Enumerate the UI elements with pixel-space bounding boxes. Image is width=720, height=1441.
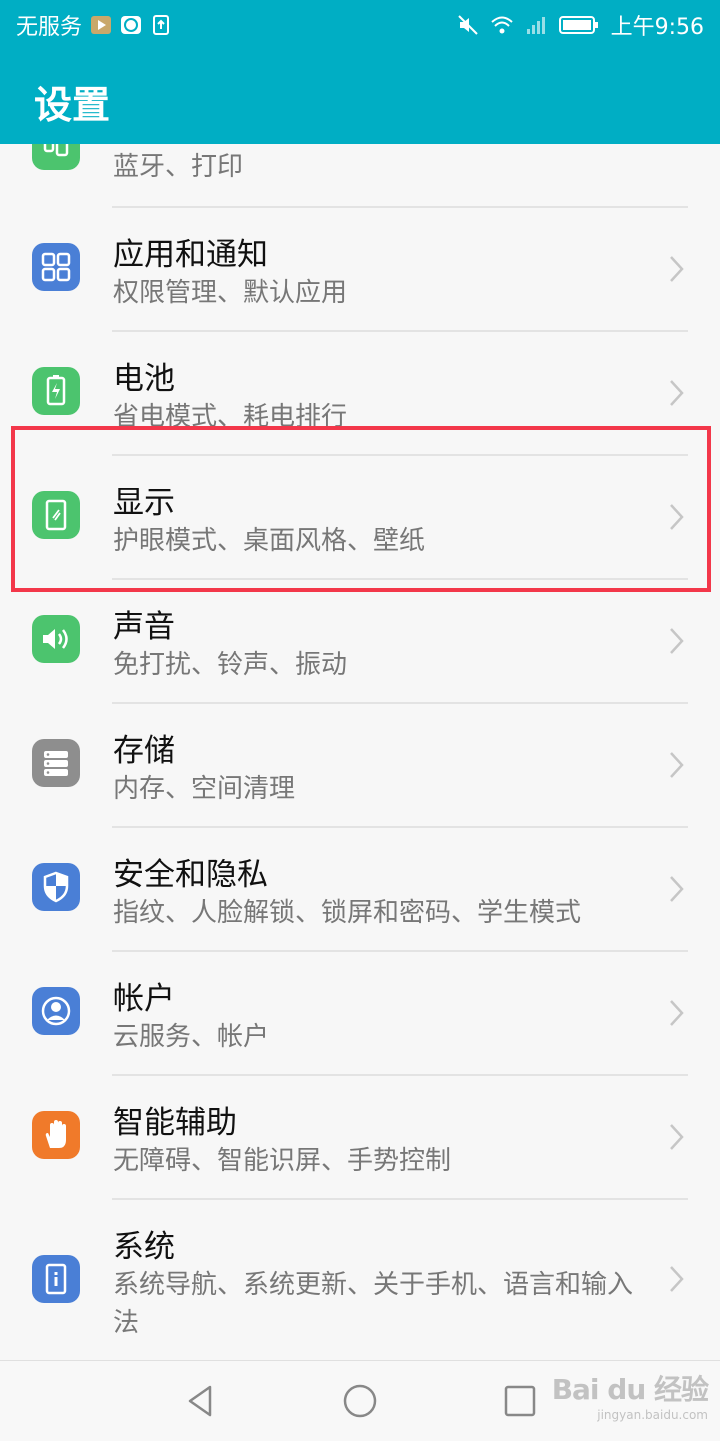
settings-item-account[interactable]: 帐户 云服务、帐户 bbox=[0, 951, 720, 1075]
battery-status-icon bbox=[558, 16, 598, 34]
watermark-logo-text: Bai du 经验 bbox=[551, 1373, 709, 1406]
settings-item-title: 安全和隐私 bbox=[113, 857, 268, 893]
chevron-right-icon bbox=[670, 1000, 684, 1026]
settings-item-subtitle: 指纹、人脸解锁、锁屏和密码、学生模式 bbox=[113, 898, 582, 928]
home-icon[interactable] bbox=[342, 1383, 378, 1419]
settings-item-subtitle: 系统导航、系统更新、关于手机、语言和输入法 bbox=[113, 1270, 634, 1338]
settings-item-device-connection[interactable]: 蓝牙、打印 bbox=[0, 144, 720, 208]
settings-item-subtitle: 省电模式、耗电排行 bbox=[113, 402, 348, 432]
chevron-right-icon bbox=[670, 504, 684, 530]
chevron-right-icon bbox=[670, 1124, 684, 1150]
hand-icon bbox=[32, 1111, 80, 1159]
settings-list: 蓝牙、打印 应用和通知 权限管理、默认应用 电池 省电模式、耗电排行 显示 护眼… bbox=[0, 144, 720, 1360]
settings-item-title: 应用和通知 bbox=[113, 237, 268, 273]
upload-icon bbox=[153, 15, 170, 35]
settings-item-sound[interactable]: 声音 免打扰、铃声、振动 bbox=[0, 579, 720, 703]
page-title: 设置 bbox=[34, 83, 111, 127]
settings-item-title: 显示 bbox=[113, 485, 175, 521]
settings-item-subtitle: 免打扰、铃声、振动 bbox=[113, 650, 348, 680]
chevron-right-icon bbox=[670, 752, 684, 778]
status-bar: 无服务 上午9:56 bbox=[0, 0, 720, 50]
device-connection-icon bbox=[32, 144, 80, 170]
watermark-url: jingyan.baidu.com bbox=[597, 1408, 708, 1422]
settings-item-title: 帐户 bbox=[113, 981, 175, 1017]
settings-item-storage[interactable]: 存储 内存、空间清理 bbox=[0, 703, 720, 827]
settings-item-subtitle: 护眼模式、桌面风格、壁纸 bbox=[113, 526, 426, 556]
settings-item-battery[interactable]: 电池 省电模式、耗电排行 bbox=[0, 331, 720, 455]
signal-icon bbox=[526, 17, 545, 34]
app-bar: 设置 bbox=[0, 50, 720, 144]
clock: 上午9:56 bbox=[610, 15, 704, 40]
carrier-text: 无服务 bbox=[16, 15, 83, 40]
settings-item-subtitle: 蓝牙、打印 bbox=[113, 152, 244, 182]
settings-item-apps[interactable]: 应用和通知 权限管理、默认应用 bbox=[0, 207, 720, 331]
storage-icon bbox=[32, 739, 80, 787]
chevron-right-icon bbox=[670, 256, 684, 282]
apps-grid-icon bbox=[32, 243, 80, 291]
recents-icon[interactable] bbox=[502, 1383, 538, 1419]
video-app-icon bbox=[91, 16, 112, 34]
display-icon bbox=[32, 491, 80, 539]
system-info-icon bbox=[32, 1255, 80, 1303]
settings-item-title: 智能辅助 bbox=[113, 1105, 237, 1141]
wifi-icon bbox=[490, 16, 513, 34]
settings-item-subtitle: 云服务、帐户 bbox=[113, 1022, 270, 1052]
chevron-right-icon bbox=[670, 876, 684, 902]
watermark: Bai du 经验 jingyan.baidu.com bbox=[551, 1368, 709, 1422]
settings-item-subtitle: 内存、空间清理 bbox=[113, 774, 296, 804]
account-icon bbox=[32, 987, 80, 1035]
shield-icon bbox=[32, 863, 80, 911]
battery-icon bbox=[32, 367, 80, 415]
settings-item-security[interactable]: 安全和隐私 指纹、人脸解锁、锁屏和密码、学生模式 bbox=[0, 827, 720, 951]
settings-item-title: 电池 bbox=[113, 361, 175, 397]
settings-item-title: 声音 bbox=[113, 609, 175, 645]
settings-item-smart-assist[interactable]: 智能辅助 无障碍、智能识屏、手势控制 bbox=[0, 1075, 720, 1199]
settings-item-display[interactable]: 显示 护眼模式、桌面风格、壁纸 bbox=[0, 455, 720, 579]
back-icon[interactable] bbox=[182, 1383, 218, 1419]
mute-icon bbox=[457, 15, 478, 35]
chevron-right-icon bbox=[670, 380, 684, 406]
settings-item-title: 存储 bbox=[113, 733, 175, 769]
settings-item-subtitle: 无障碍、智能识屏、手势控制 bbox=[113, 1146, 452, 1176]
chevron-right-icon bbox=[670, 1266, 684, 1292]
browser-app-icon bbox=[121, 16, 142, 34]
chevron-right-icon bbox=[670, 628, 684, 654]
settings-item-system[interactable]: 系统 系统导航、系统更新、关于手机、语言和输入法 bbox=[0, 1199, 720, 1360]
settings-item-title: 系统 bbox=[113, 1229, 175, 1265]
settings-item-subtitle: 权限管理、默认应用 bbox=[113, 278, 348, 308]
speaker-icon bbox=[32, 615, 80, 663]
